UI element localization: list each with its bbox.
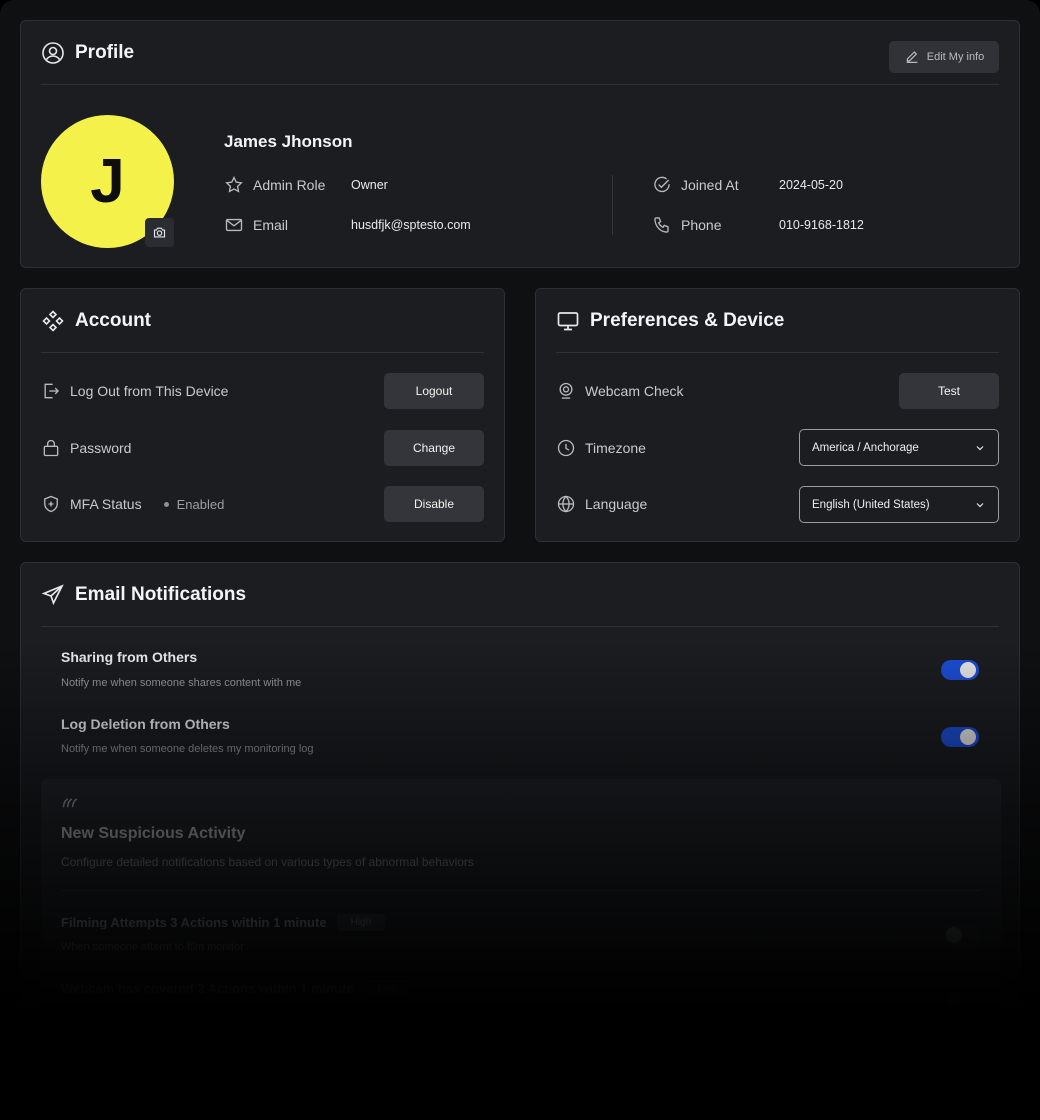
profile-name: James Jhonson xyxy=(224,132,353,151)
info-divider xyxy=(612,175,613,235)
action-desc: When someone attemt to film monitor xyxy=(61,941,244,953)
star-icon xyxy=(224,175,244,195)
profile-card: Profile Edit My info J James Jhonson Adm… xyxy=(20,20,1020,268)
phone-icon xyxy=(652,215,672,235)
webcam-label: Webcam Check xyxy=(585,383,684,399)
timezone-label: Timezone xyxy=(585,440,646,456)
joined-label: Joined At xyxy=(681,177,739,193)
password-row: Password xyxy=(41,437,131,459)
send-icon xyxy=(41,583,65,607)
timezone-row: Timezone xyxy=(556,437,646,459)
notif-item-desc: Notify me when someone shares content wi… xyxy=(61,677,302,689)
timezone-select[interactable]: America / Anchorage xyxy=(799,429,999,466)
lock-icon xyxy=(41,438,61,458)
admin-role-label: Admin Role xyxy=(253,177,326,193)
severity-badge: High xyxy=(336,914,386,931)
phone-row: Phone 010-9168-1812 xyxy=(652,214,864,236)
mfa-row: MFA Status Enabled xyxy=(41,493,224,515)
phone-label: Phone xyxy=(681,217,722,233)
user-circle-icon xyxy=(41,41,65,65)
camera-icon xyxy=(152,225,167,240)
section-divider xyxy=(61,890,981,891)
filming-toggle[interactable] xyxy=(943,925,981,945)
mfa-status-text: Enabled xyxy=(176,496,225,512)
action-title: Filming Attempts 3 Actions within 1 minu… xyxy=(61,914,386,931)
profile-title: Profile xyxy=(75,41,135,63)
action-title-text: Webcam has covered 2 Actions within 1 mi… xyxy=(61,981,354,996)
change-password-button[interactable]: Change xyxy=(384,430,484,466)
globe-icon xyxy=(556,494,576,514)
change-photo-button[interactable] xyxy=(145,218,174,247)
toggle-knob xyxy=(960,662,976,678)
email-value: husdfjk@sptesto.com xyxy=(351,218,471,232)
joined-value: 2024-05-20 xyxy=(779,178,843,192)
notifications-title: Email Notifications xyxy=(75,583,247,605)
mfa-status-badge: Enabled xyxy=(163,496,225,512)
action-title-text: Filming Attempts 3 Actions within 1 minu… xyxy=(61,915,327,930)
toggle-knob xyxy=(946,993,962,1009)
sharing-toggle[interactable] xyxy=(941,660,979,680)
action-title: Webcam has covered 2 Actions within 1 mi… xyxy=(61,980,410,997)
notifications-header: Email Notifications xyxy=(41,563,999,627)
chevron-down-icon xyxy=(974,499,986,511)
edit-info-button[interactable]: Edit My info xyxy=(889,41,999,73)
disable-mfa-button[interactable]: Disable xyxy=(384,486,484,522)
suspicious-activity-section: New Suspicious Activity Configure detail… xyxy=(41,779,1001,1119)
language-value: English (United States) xyxy=(812,498,930,511)
profile-header: Profile xyxy=(41,21,999,85)
admin-role-value: Owner xyxy=(351,178,388,192)
check-circle-icon xyxy=(652,175,672,195)
webcam-row: Webcam Check xyxy=(556,380,684,402)
chevron-down-icon xyxy=(974,442,986,454)
email-row: Email husdfjk@sptesto.com xyxy=(224,214,471,236)
email-notifications-card: Email Notifications Sharing from Others … xyxy=(20,562,1020,1120)
logout-row: Log Out from This Device xyxy=(41,380,228,402)
phone-value: 010-9168-1812 xyxy=(779,218,864,232)
notif-item-title: Log Deletion from Others xyxy=(61,716,230,732)
webcam-icon xyxy=(556,381,576,401)
status-dot xyxy=(163,501,169,507)
suspicious-desc: Configure detailed notifications based o… xyxy=(61,855,474,869)
language-select[interactable]: English (United States) xyxy=(799,486,999,523)
language-label: Language xyxy=(585,496,648,512)
notif-item-title: Sharing from Others xyxy=(61,649,198,665)
password-label: Password xyxy=(70,440,132,456)
account-title: Account xyxy=(75,309,151,331)
clock-icon xyxy=(556,438,576,458)
preferences-header: Preferences & Device xyxy=(556,289,999,353)
diamond-grid-icon xyxy=(41,309,65,333)
monitor-icon xyxy=(556,309,580,333)
logout-button[interactable]: Logout xyxy=(384,373,484,409)
edit-info-label: Edit My info xyxy=(926,51,985,63)
severity-badge: Low xyxy=(363,980,410,997)
webcam-test-button[interactable]: Test xyxy=(899,373,999,409)
notif-item-desc: Notify me when someone deletes my monito… xyxy=(61,743,314,755)
language-row: Language xyxy=(556,493,647,515)
preferences-card: Preferences & Device Webcam Check Test T… xyxy=(535,288,1020,542)
settings-page: Profile Edit My info J James Jhonson Adm… xyxy=(0,0,1040,1120)
toggle-knob xyxy=(960,729,976,745)
mail-icon xyxy=(224,215,244,235)
email-label: Email xyxy=(253,217,289,233)
timezone-value: America / Anchorage xyxy=(812,441,919,454)
shield-plus-icon xyxy=(41,494,61,514)
suspicious-title: New Suspicious Activity xyxy=(61,825,246,842)
joined-row: Joined At 2024-05-20 xyxy=(652,174,843,196)
pencil-icon xyxy=(904,49,920,65)
preferences-title: Preferences & Device xyxy=(590,309,785,331)
logout-icon xyxy=(41,381,61,401)
avatar-letter: J xyxy=(90,147,125,216)
mfa-label: MFA Status xyxy=(70,496,142,512)
admin-role-row: Admin Role Owner xyxy=(224,174,388,196)
account-card: Account Log Out from This Device Logout … xyxy=(20,288,505,542)
log-deletion-toggle[interactable] xyxy=(941,727,979,747)
toggle-knob xyxy=(946,927,962,943)
logout-label: Log Out from This Device xyxy=(70,383,229,399)
quote-icon xyxy=(61,795,81,811)
webcam-covered-toggle[interactable] xyxy=(943,991,981,1011)
account-header: Account xyxy=(41,289,484,353)
